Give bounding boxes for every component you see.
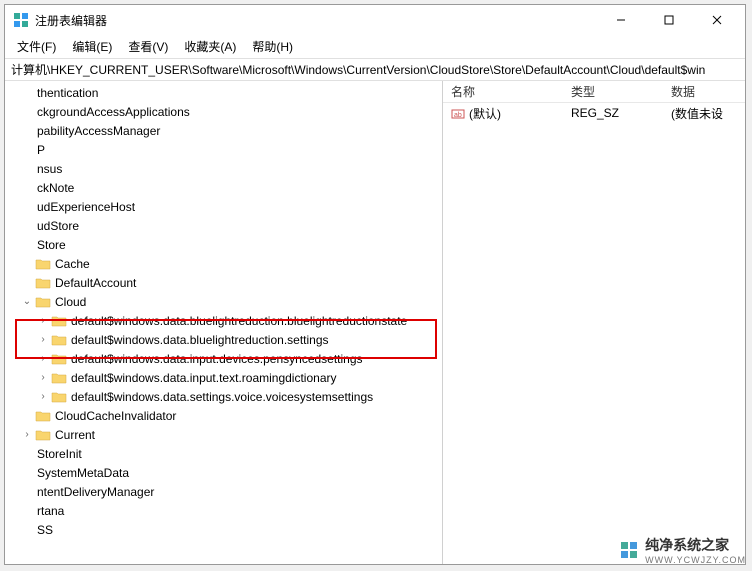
minimize-icon bbox=[616, 15, 626, 25]
tree-label: default$windows.data.settings.voice.voic… bbox=[71, 388, 379, 406]
expand-caret-icon[interactable]: › bbox=[37, 369, 49, 387]
tree-label: thentication bbox=[37, 84, 104, 102]
list-header: 名称 类型 数据 bbox=[443, 81, 745, 103]
tree-item[interactable]: SystemMetaData bbox=[5, 463, 442, 482]
tree-label: ckNote bbox=[37, 179, 80, 197]
tree-item[interactable]: thentication bbox=[5, 83, 442, 102]
titlebar: 注册表编辑器 bbox=[5, 5, 745, 35]
tree-item[interactable]: › default$windows.data.settings.voice.voi… bbox=[5, 387, 442, 406]
menu-edit[interactable]: 编辑(E) bbox=[64, 36, 120, 57]
tree-item[interactable]: DefaultAccount bbox=[5, 273, 442, 292]
expand-caret-icon[interactable]: › bbox=[37, 388, 49, 406]
tree-item[interactable]: ckNote bbox=[5, 178, 442, 197]
tree-label: default$windows.data.input.devices.pensy… bbox=[71, 350, 369, 368]
maximize-icon bbox=[664, 15, 674, 25]
list-pane[interactable]: 名称 类型 数据 ab (默认) REG_SZ (数值未设 bbox=[443, 81, 745, 564]
tree-item[interactable]: udExperienceHost bbox=[5, 197, 442, 216]
value-name: (默认) bbox=[469, 107, 501, 121]
tree-label: P bbox=[37, 141, 51, 159]
menubar: 文件(F) 编辑(E) 查看(V) 收藏夹(A) 帮助(H) bbox=[5, 35, 745, 59]
expand-caret-icon[interactable]: › bbox=[37, 331, 49, 349]
tree-label: CloudCacheInvalidator bbox=[55, 407, 182, 425]
tree-label: nsus bbox=[37, 160, 68, 178]
address-path: 计算机\HKEY_CURRENT_USER\Software\Microsoft… bbox=[11, 63, 705, 77]
address-bar[interactable]: 计算机\HKEY_CURRENT_USER\Software\Microsoft… bbox=[5, 59, 745, 81]
close-icon bbox=[712, 15, 722, 25]
tree-item[interactable]: nsus bbox=[5, 159, 442, 178]
tree-label: Current bbox=[55, 426, 101, 444]
tree-item[interactable]: rtana bbox=[5, 501, 442, 520]
app-icon bbox=[13, 12, 29, 28]
tree-item[interactable]: StoreInit bbox=[5, 444, 442, 463]
expand-caret-icon[interactable]: ⌄ bbox=[21, 293, 33, 311]
tree-label: Store bbox=[37, 236, 72, 254]
expand-caret-icon[interactable]: › bbox=[37, 350, 49, 368]
menu-view[interactable]: 查看(V) bbox=[120, 36, 176, 57]
tree-label: default$windows.data.bluelightreduction.… bbox=[71, 312, 413, 330]
tree-item[interactable]: Store bbox=[5, 235, 442, 254]
expand-caret-icon[interactable]: › bbox=[21, 426, 33, 444]
tree-label: SS bbox=[37, 521, 59, 539]
tree-label: Cache bbox=[55, 255, 96, 273]
string-value-icon: ab bbox=[451, 107, 465, 121]
tree-label: StoreInit bbox=[37, 445, 88, 463]
tree-label: udExperienceHost bbox=[37, 198, 141, 216]
tree-label: default$windows.data.bluelightreduction.… bbox=[71, 331, 335, 349]
tree-item[interactable]: Cache bbox=[5, 254, 442, 273]
tree-label: udStore bbox=[37, 217, 85, 235]
tree-item[interactable]: P bbox=[5, 140, 442, 159]
tree-label: SystemMetaData bbox=[37, 464, 135, 482]
tree-label: ckgroundAccessApplications bbox=[37, 103, 196, 121]
tree-item[interactable]: › default$windows.data.input.devices.pens… bbox=[5, 349, 442, 368]
menu-file[interactable]: 文件(F) bbox=[9, 36, 64, 57]
maximize-button[interactable] bbox=[649, 6, 689, 34]
tree-item[interactable]: › Current bbox=[5, 425, 442, 444]
menu-favorites[interactable]: 收藏夹(A) bbox=[176, 36, 244, 57]
tree-item[interactable]: SS bbox=[5, 520, 442, 539]
tree-item[interactable]: › default$windows.data.input.text.roaming… bbox=[5, 368, 442, 387]
tree-item[interactable]: › default$windows.data.bluelightreduction… bbox=[5, 311, 442, 330]
tree-label: pabilityAccessManager bbox=[37, 122, 166, 140]
tree-label: Cloud bbox=[55, 293, 92, 311]
list-row[interactable]: ab (默认) REG_SZ (数值未设 bbox=[443, 103, 745, 123]
tree-item[interactable]: CloudCacheInvalidator bbox=[5, 406, 442, 425]
tree-item[interactable]: pabilityAccessManager bbox=[5, 121, 442, 140]
expand-caret-icon[interactable]: › bbox=[37, 312, 49, 330]
close-button[interactable] bbox=[697, 6, 737, 34]
svg-text:ab: ab bbox=[454, 112, 462, 119]
tree-item[interactable]: ckgroundAccessApplications bbox=[5, 102, 442, 121]
col-name[interactable]: 名称 bbox=[443, 83, 563, 100]
col-type[interactable]: 类型 bbox=[563, 83, 663, 100]
tree-item[interactable]: ⌄ Cloud bbox=[5, 292, 442, 311]
tree-item[interactable]: ntentDeliveryManager bbox=[5, 482, 442, 501]
tree-label: DefaultAccount bbox=[55, 274, 142, 292]
window-title: 注册表编辑器 bbox=[35, 12, 601, 29]
value-data: (数值未设 bbox=[663, 105, 745, 122]
tree-label: default$windows.data.input.text.roamingd… bbox=[71, 369, 343, 387]
tree-label: rtana bbox=[37, 502, 70, 520]
tree-item[interactable]: › default$windows.data.bluelightreduction… bbox=[5, 330, 442, 349]
menu-help[interactable]: 帮助(H) bbox=[244, 36, 301, 57]
col-data[interactable]: 数据 bbox=[663, 83, 745, 100]
minimize-button[interactable] bbox=[601, 6, 641, 34]
tree-pane[interactable]: thenticationckgroundAccessApplicationspa… bbox=[5, 81, 443, 564]
tree-item[interactable]: udStore bbox=[5, 216, 442, 235]
content-area: thenticationckgroundAccessApplicationspa… bbox=[5, 81, 745, 564]
registry-editor-window: 注册表编辑器 文件(F) 编辑(E) 查看(V) 收藏夹(A) 帮助(H) 计算… bbox=[4, 4, 746, 565]
value-type: REG_SZ bbox=[563, 106, 663, 120]
tree-label: ntentDeliveryManager bbox=[37, 483, 160, 501]
